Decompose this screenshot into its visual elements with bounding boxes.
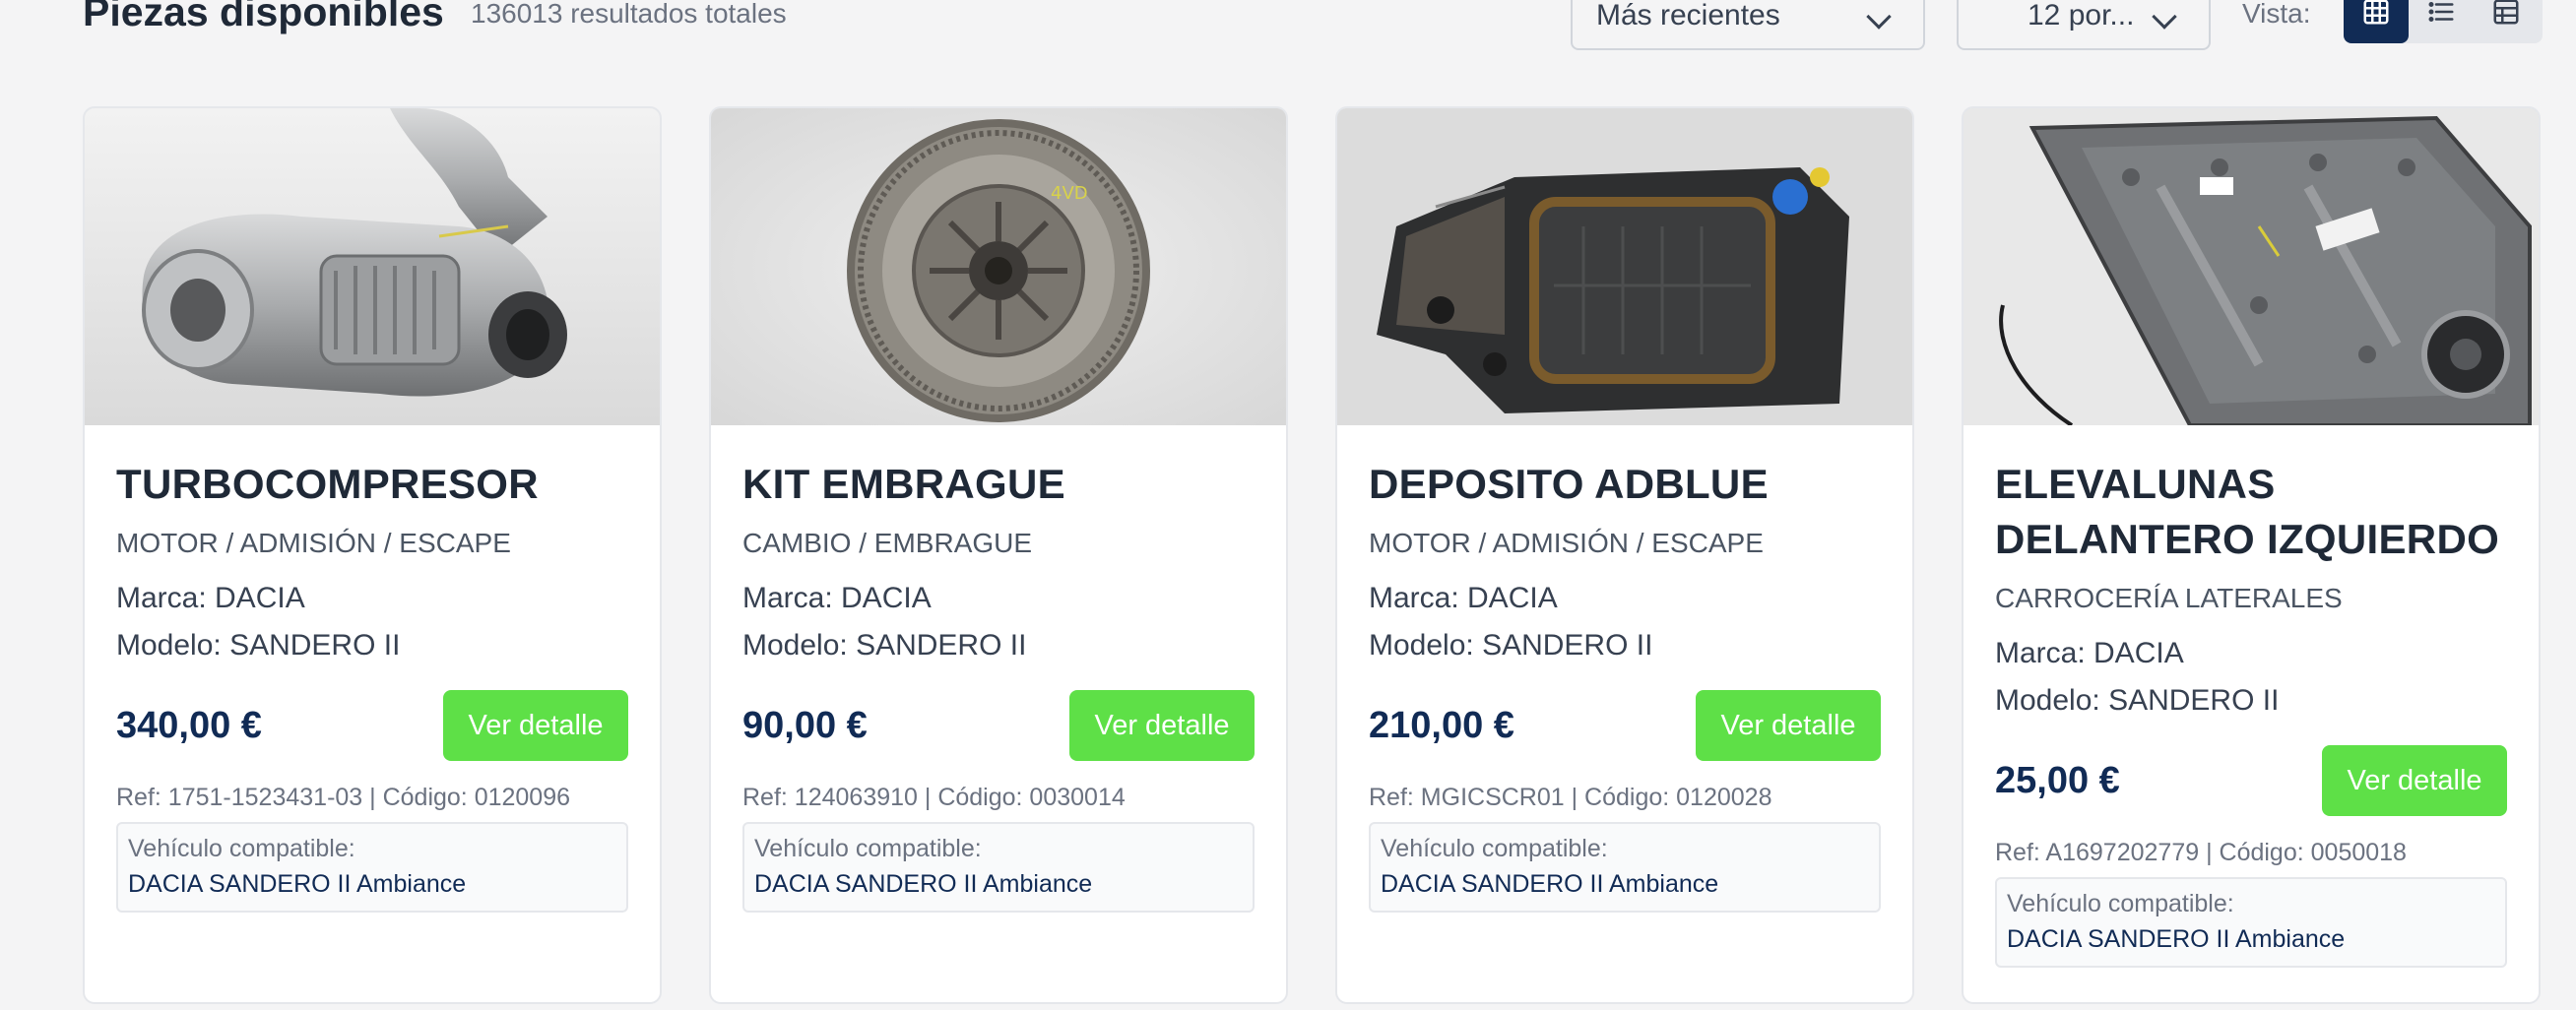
- product-card[interactable]: TURBOCOMPRESOR MOTOR / ADMISIÓN / ESCAPE…: [83, 106, 662, 1004]
- window-regulator-photo: [1964, 108, 2539, 425]
- product-brand: Marca: DACIA: [742, 582, 932, 614]
- product-card[interactable]: DEPOSITO ADBLUE MOTOR / ADMISIÓN / ESCAP…: [1335, 106, 1914, 1004]
- compatible-vehicle-label: Vehículo compatible:: [754, 835, 982, 862]
- product-image[interactable]: 4VD: [711, 108, 1286, 425]
- view-detail-button[interactable]: Ver detalle: [1696, 690, 1881, 761]
- view-detail-button[interactable]: Ver detalle: [1069, 690, 1255, 761]
- grid-icon: [2363, 0, 2389, 25]
- view-detail-button[interactable]: Ver detalle: [443, 690, 628, 761]
- compatible-vehicle-name: DACIA SANDERO II Ambiance: [754, 870, 1093, 898]
- results-toolbar: Piezas disponibles 136013 resultados tot…: [83, 0, 2543, 59]
- compatible-vehicle-box: Vehículo compatible: DACIA SANDERO II Am…: [742, 822, 1255, 913]
- turbocharger-photo: [85, 108, 660, 425]
- product-brand: Marca: DACIA: [1995, 637, 2184, 669]
- product-reference: Ref: MGICSCR01 | Código: 0120028: [1369, 784, 1772, 811]
- list-icon: [2428, 2, 2454, 22]
- product-reference: Ref: 1751-1523431-03 | Código: 0120096: [116, 784, 571, 811]
- product-image[interactable]: [1964, 108, 2539, 425]
- product-category: CARROCERÍA LATERALES: [1995, 583, 2343, 613]
- svg-text:4VD: 4VD: [1051, 183, 1088, 204]
- product-title[interactable]: ELEVALUNAS DELANTERO IZQUIERDO: [1995, 457, 2507, 567]
- grid-view-button[interactable]: [2344, 0, 2409, 43]
- product-price: 340,00 €: [116, 704, 262, 746]
- compatible-vehicle-box: Vehículo compatible: DACIA SANDERO II Am…: [116, 822, 628, 913]
- product-model: Modelo: SANDERO II: [1369, 629, 1653, 662]
- product-price: 25,00 €: [1995, 759, 2120, 801]
- product-card[interactable]: 4VD KIT EMBRAGUE CAMBIO / EMBRAGUE Marca…: [709, 106, 1288, 1004]
- product-image[interactable]: [85, 108, 660, 425]
- product-title[interactable]: TURBOCOMPRESOR: [116, 457, 628, 512]
- product-category: MOTOR / ADMISIÓN / ESCAPE: [116, 528, 511, 558]
- product-price: 90,00 €: [742, 704, 868, 746]
- product-brand: Marca: DACIA: [1369, 582, 1558, 614]
- clutch-kit-photo: 4VD: [711, 108, 1286, 425]
- view-label: Vista:: [2242, 0, 2311, 29]
- view-toggle: [2344, 0, 2543, 43]
- list-view-button[interactable]: [2409, 0, 2474, 43]
- product-model: Modelo: SANDERO II: [116, 629, 401, 662]
- compatible-vehicle-name: DACIA SANDERO II Ambiance: [1381, 870, 1719, 898]
- product-card[interactable]: ELEVALUNAS DELANTERO IZQUIERDO CARROCERÍ…: [1962, 106, 2541, 1004]
- product-reference: Ref: 124063910 | Código: 0030014: [742, 784, 1126, 811]
- compatible-vehicle-name: DACIA SANDERO II Ambiance: [128, 870, 467, 898]
- product-image[interactable]: [1337, 108, 1912, 425]
- product-price: 210,00 €: [1369, 704, 1514, 746]
- compatible-vehicle-box: Vehículo compatible: DACIA SANDERO II Am…: [1369, 822, 1881, 913]
- compatible-vehicle-label: Vehículo compatible:: [1381, 835, 1608, 862]
- compatible-vehicle-label: Vehículo compatible:: [128, 835, 355, 862]
- product-category: MOTOR / ADMISIÓN / ESCAPE: [1369, 528, 1764, 558]
- sort-select-value: Más recientes: [1596, 0, 1780, 32]
- product-title[interactable]: KIT EMBRAGUE: [742, 457, 1255, 512]
- table-view-button[interactable]: [2474, 0, 2539, 43]
- compatible-vehicle-label: Vehículo compatible:: [2007, 890, 2234, 917]
- product-brand: Marca: DACIA: [116, 582, 305, 614]
- table-icon: [2493, 0, 2519, 25]
- result-count: 136013 resultados totales: [471, 0, 787, 29]
- chevron-down-icon: [1866, 4, 1892, 30]
- compatible-vehicle-box: Vehículo compatible: DACIA SANDERO II Am…: [1995, 877, 2507, 968]
- per-page-select[interactable]: 12 por...: [1957, 0, 2211, 50]
- product-model: Modelo: SANDERO II: [1995, 684, 2280, 717]
- product-category: CAMBIO / EMBRAGUE: [742, 528, 1033, 558]
- chevron-down-icon: [2152, 4, 2177, 30]
- sort-select[interactable]: Más recientes: [1571, 0, 1925, 50]
- compatible-vehicle-name: DACIA SANDERO II Ambiance: [2007, 925, 2346, 953]
- per-page-select-value: 12 por...: [2028, 0, 2135, 32]
- page-title: Piezas disponibles: [83, 0, 444, 34]
- product-model: Modelo: SANDERO II: [742, 629, 1027, 662]
- adblue-tank-photo: [1337, 108, 1912, 425]
- product-reference: Ref: A1697202779 | Código: 0050018: [1995, 839, 2407, 866]
- product-title[interactable]: DEPOSITO ADBLUE: [1369, 457, 1881, 512]
- view-detail-button[interactable]: Ver detalle: [2322, 745, 2507, 816]
